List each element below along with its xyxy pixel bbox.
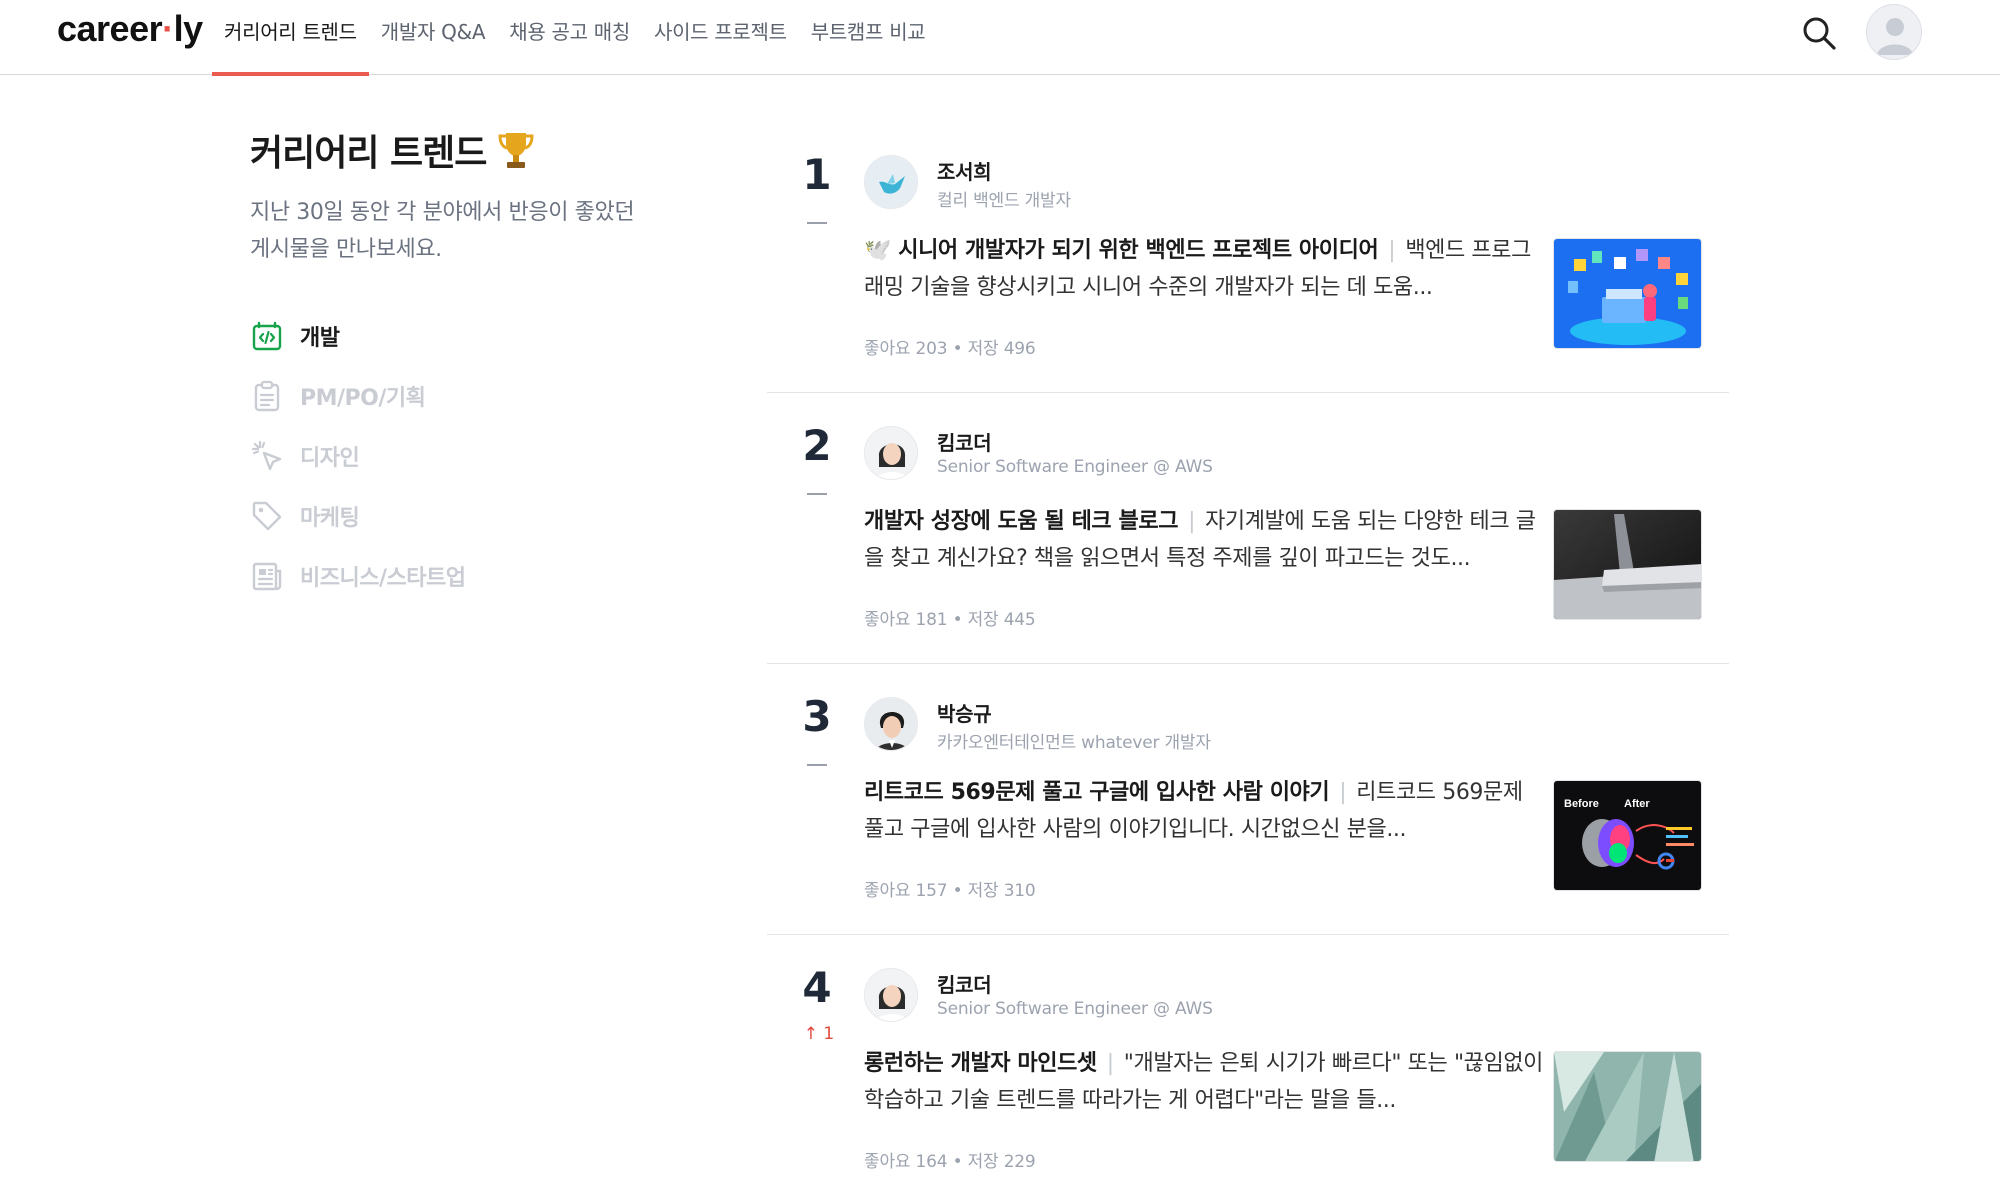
user-avatar-icon[interactable] — [1866, 4, 1922, 60]
nav-tab-developer-qa[interactable]: 개발자 Q&A — [381, 0, 486, 75]
trend-post[interactable]: 2 킴코더 Senior Software Engineer @ AWS 개발자… — [767, 393, 1729, 664]
author-avatar[interactable] — [864, 697, 918, 751]
category-label: 비즈니스/스타트업 — [300, 566, 466, 591]
nav-tab-side-project[interactable]: 사이드 프로젝트 — [654, 0, 787, 75]
author-avatar[interactable] — [864, 426, 918, 480]
rank-up-indicator: ↑ 1 — [803, 1024, 835, 1044]
post-preview[interactable]: 롱런하는 개발자 마인드셋 | "개발자는 은퇴 시기가 빠르다" 또는 "끊임없이… — [864, 1045, 1544, 1119]
trend-post[interactable]: 3 박승규 카카오엔터테인먼트 whatever 개발자 리트코드 569문제 … — [767, 664, 1729, 935]
author-role: 컬리 백엔드 개발자 — [937, 191, 1071, 211]
cursor-click-icon — [251, 440, 282, 471]
category-label: 디자인 — [300, 446, 360, 471]
rank-number: 2 — [802, 421, 832, 470]
category-label: PM/PO/기획 — [300, 386, 426, 411]
post-thumbnail[interactable] — [1553, 238, 1702, 349]
category-marketing[interactable]: 마케팅 — [250, 486, 730, 546]
category-pm-po-planning[interactable]: PM/PO/기획 — [250, 366, 730, 426]
post-thumbnail[interactable]: Before After — [1553, 780, 1702, 891]
page-description: 지난 30일 동안 각 분야에서 반응이 좋았던 게시물을 만나보세요. — [250, 200, 635, 262]
author-name[interactable]: 박승규 — [937, 698, 992, 727]
nav-tab-bootcamp-compare[interactable]: 부트캠프 비교 — [811, 0, 926, 75]
category-design[interactable]: 디자인 — [250, 426, 730, 486]
nav-tab-career-trend[interactable]: 커리어리 트렌드 — [212, 0, 369, 76]
category-label: 개발 — [300, 326, 340, 351]
author-name[interactable]: 킴코더 — [937, 427, 992, 456]
author-avatar[interactable] — [864, 968, 918, 1022]
author-role: Senior Software Engineer @ AWS — [937, 457, 1213, 477]
trend-post[interactable]: 4 ↑ 1 킴코더 Senior Software Engineer @ AWS… — [767, 935, 1729, 1183]
author-role: Senior Software Engineer @ AWS — [937, 999, 1213, 1019]
rank-unchanged-dash — [807, 493, 827, 495]
post-stats: 좋아요 181 • 저장 445 — [864, 610, 1036, 630]
thumb-after-label: After — [1624, 798, 1650, 810]
post-stats: 좋아요 157 • 저장 310 — [864, 881, 1036, 901]
rank-number: 1 — [802, 150, 832, 199]
trophy-icon — [498, 133, 534, 168]
post-title: 리트코드 569문제 풀고 구글에 입사한 사람 이야기 — [864, 780, 1330, 805]
rank-unchanged-dash — [807, 222, 827, 224]
page-title: 커리어리 트렌드 — [250, 120, 730, 180]
title-separator: | — [1388, 238, 1396, 263]
careerly-logo[interactable]: career·ly — [57, 5, 203, 53]
rank-number: 3 — [802, 692, 832, 741]
category-label: 마케팅 — [300, 506, 360, 531]
logo-text-main: career — [57, 8, 163, 49]
newspaper-icon — [252, 562, 282, 591]
category-business-startup[interactable]: 비즈니스/스타트업 — [250, 546, 730, 606]
title-separator: | — [1339, 780, 1347, 805]
trend-post[interactable]: 1 조서희 컬리 백엔드 개발자 🕊️ 시니어 개발자가 되기 위한 백엔드 프… — [767, 122, 1729, 393]
logo-dot: · — [162, 8, 174, 49]
search-icon[interactable] — [1800, 14, 1838, 52]
post-thumbnail[interactable] — [1553, 509, 1702, 620]
main-nav: 커리어리 트렌드 개발자 Q&A 채용 공고 매칭 사이드 프로젝트 부트캠프 … — [212, 0, 949, 76]
title-separator: | — [1106, 1051, 1114, 1076]
post-preview[interactable]: 개발자 성장에 도움 될 테크 블로그 | 자기계발에 도움 되는 다양한 테크 글… — [864, 503, 1544, 577]
author-role: 카카오엔터테인먼트 whatever 개발자 — [937, 733, 1211, 753]
post-title: 개발자 성장에 도움 될 테크 블로그 — [864, 509, 1179, 534]
title-separator: | — [1188, 509, 1196, 534]
category-development[interactable]: 개발 — [250, 306, 730, 366]
post-title: 🕊️ 시니어 개발자가 되기 위한 백엔드 프로젝트 아이디어 — [864, 238, 1379, 263]
rank-unchanged-dash — [807, 764, 827, 766]
nav-tab-job-matching[interactable]: 채용 공고 매칭 — [509, 0, 630, 75]
post-thumbnail[interactable] — [1553, 1051, 1702, 1162]
category-list: 개발 PM/PO/기획 디자인 마케팅 비즈니스/스타트업 — [250, 306, 730, 606]
trend-sidebar: 커리어리 트렌드 지난 30일 동안 각 분야에서 반응이 좋았던 게시물을 만… — [250, 120, 730, 606]
logo-text-end: ly — [173, 8, 204, 49]
clipboard-icon — [254, 380, 280, 412]
post-preview[interactable]: 🕊️ 시니어 개발자가 되기 위한 백엔드 프로젝트 아이디어 | 백엔드 프로그래… — [864, 232, 1544, 306]
code-icon — [252, 321, 282, 351]
top-header: career·ly 커리어리 트렌드 개발자 Q&A 채용 공고 매칭 사이드 … — [0, 0, 2000, 76]
post-preview[interactable]: 리트코드 569문제 풀고 구글에 입사한 사람 이야기 | 리트코드 569문제 … — [864, 774, 1544, 848]
author-name[interactable]: 킴코더 — [937, 969, 992, 998]
post-title: 롱런하는 개발자 마인드셋 — [864, 1051, 1097, 1076]
author-avatar[interactable] — [864, 155, 918, 209]
post-stats: 좋아요 164 • 저장 229 — [864, 1152, 1036, 1172]
thumb-before-label: Before — [1564, 798, 1599, 810]
tag-icon — [252, 501, 282, 531]
page-title-text: 커리어리 트렌드 — [250, 133, 487, 174]
post-stats: 좋아요 203 • 저장 496 — [864, 339, 1036, 359]
rank-number: 4 — [802, 963, 832, 1012]
author-name[interactable]: 조서희 — [937, 156, 992, 185]
